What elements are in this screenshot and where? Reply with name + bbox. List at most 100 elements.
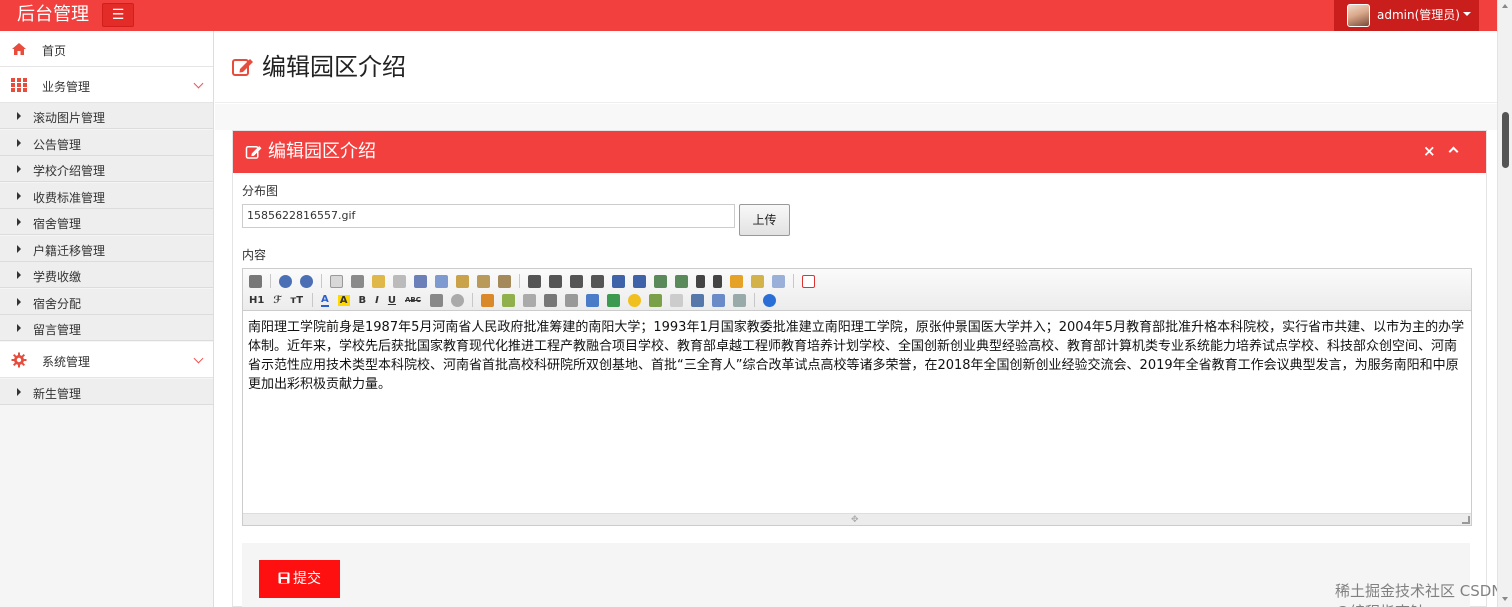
sidebar-item-carousel[interactable]: 滚动图片管理	[0, 103, 213, 129]
sidebar-item-label: 宿舍管理	[33, 217, 82, 231]
sidebar-item-tuition[interactable]: 学费收缴	[0, 262, 213, 288]
chevron-down-icon	[193, 353, 204, 364]
table-icon[interactable]	[585, 293, 599, 307]
clear-format-icon[interactable]	[730, 274, 743, 288]
toolbar-separator	[321, 274, 322, 288]
caret-right-icon	[17, 245, 21, 253]
scroll-up-icon[interactable]	[1502, 4, 1508, 8]
panel-header: 编辑园区介绍 ×	[233, 131, 1486, 173]
align-right-icon[interactable]	[570, 274, 583, 288]
copy-icon[interactable]	[435, 274, 448, 288]
sidebar-item-dormitory[interactable]: 宿舍管理	[0, 209, 213, 235]
anchor-icon[interactable]	[690, 293, 704, 307]
sidebar-item-label: 宿舍分配	[33, 297, 82, 311]
sidebar-group-business[interactable]: 业务管理	[0, 67, 213, 103]
fullscreen-icon[interactable]	[802, 274, 815, 288]
line-height-icon[interactable]	[429, 293, 443, 307]
bullet-list-icon[interactable]	[633, 274, 646, 288]
sidebar-item-label: 留言管理	[33, 323, 82, 337]
sidebar-item-household-transfer[interactable]: 户籍迁移管理	[0, 236, 213, 262]
link-icon[interactable]	[711, 293, 725, 307]
paste-icon[interactable]	[456, 274, 469, 288]
map-icon[interactable]	[648, 293, 662, 307]
redo-icon[interactable]	[300, 274, 313, 288]
scroll-thumb[interactable]	[1502, 112, 1509, 168]
hr-icon[interactable]	[606, 293, 620, 307]
drag-handle-icon[interactable]: ✥	[851, 516, 863, 525]
caret-right-icon	[17, 324, 21, 332]
page-title: 编辑园区介绍	[262, 53, 406, 81]
paste-word-icon[interactable]	[498, 274, 511, 288]
scroll-down-icon[interactable]	[1502, 597, 1508, 601]
align-justify-icon[interactable]	[591, 274, 604, 288]
emoticon-icon[interactable]	[627, 293, 641, 307]
font-family-icon[interactable]: ℱ	[273, 295, 281, 306]
align-center-icon[interactable]	[549, 274, 562, 288]
caret-right-icon	[17, 112, 21, 120]
paste-text-icon[interactable]	[477, 274, 490, 288]
caret-right-icon	[17, 388, 21, 396]
template-icon[interactable]	[372, 274, 385, 288]
sidebar-item-label: 首页	[42, 44, 67, 58]
preview-icon[interactable]	[330, 274, 343, 288]
remove-format-icon[interactable]	[450, 293, 464, 307]
sidebar-group-system[interactable]: 系统管理	[0, 342, 213, 378]
italic-icon[interactable]: I	[375, 295, 379, 306]
sidebar-item-messages[interactable]: 留言管理	[0, 315, 213, 341]
user-menu[interactable]: admin(管理员)	[1334, 0, 1479, 31]
code-icon[interactable]	[393, 274, 406, 288]
media-icon[interactable]	[543, 293, 557, 307]
underline-icon[interactable]: U	[388, 295, 396, 306]
highlight-color-icon[interactable]: A	[337, 294, 350, 306]
sidebar-group-label: 系统管理	[42, 355, 91, 369]
editor-content[interactable]: 南阳理工学院前身是1987年5月河南省人民政府批准筹建的南阳大学；1993年1月…	[243, 312, 1471, 512]
help-icon[interactable]	[762, 293, 776, 307]
image-icon[interactable]	[480, 293, 494, 307]
bold-icon[interactable]: B	[359, 295, 367, 306]
subscript-icon[interactable]	[696, 274, 705, 288]
unlink-icon[interactable]	[732, 293, 746, 307]
toolbar-separator	[753, 293, 755, 307]
page-break-icon[interactable]	[669, 293, 683, 307]
map-file-input[interactable]: 1585622816557.gif	[242, 204, 735, 228]
brand-title[interactable]: 后台管理	[17, 3, 89, 27]
resize-grip-icon[interactable]	[1462, 516, 1470, 524]
sidebar-item-dorm-allocation[interactable]: 宿舍分配	[0, 289, 213, 315]
heading-icon[interactable]: H1	[249, 295, 264, 306]
superscript-icon[interactable]	[713, 274, 722, 288]
map-label: 分布图	[242, 184, 279, 198]
sidebar-item-notice[interactable]: 公告管理	[0, 130, 213, 156]
vertical-scrollbar[interactable]	[1497, 0, 1512, 607]
multi-image-icon[interactable]	[501, 293, 515, 307]
sidebar-item-label: 学校介绍管理	[33, 164, 106, 178]
print-icon[interactable]	[351, 274, 364, 288]
outdent-icon[interactable]	[675, 274, 688, 288]
menu-toggle-button[interactable]: ☰	[102, 3, 134, 27]
toolbar-separator	[270, 274, 271, 288]
chevron-up-icon[interactable]	[1448, 146, 1459, 157]
submit-button[interactable]: 提交	[259, 560, 340, 598]
select-all-icon[interactable]	[772, 274, 785, 288]
font-size-icon[interactable]: тT	[290, 295, 303, 306]
ordered-list-icon[interactable]	[612, 274, 625, 288]
font-color-icon[interactable]: A	[321, 294, 329, 307]
sidebar-item-home[interactable]: 首页	[0, 31, 213, 67]
sidebar-item-fee-standard[interactable]: 收费标准管理	[0, 183, 213, 209]
undo-icon[interactable]	[279, 274, 292, 288]
cut-icon[interactable]	[414, 274, 427, 288]
upload-button[interactable]: 上传	[739, 204, 790, 236]
sidebar-item-new-students[interactable]: 新生管理	[0, 379, 213, 405]
source-icon[interactable]	[249, 274, 262, 288]
format-painter-icon[interactable]	[751, 274, 764, 288]
editor-toolbar: H1 ℱ тT A A B I U ABC	[243, 269, 1471, 311]
indent-icon[interactable]	[654, 274, 667, 288]
strikethrough-icon[interactable]: ABC	[405, 296, 421, 304]
sidebar-item-label: 新生管理	[33, 387, 82, 401]
close-icon[interactable]: ×	[1423, 143, 1436, 159]
toolbar-separator	[471, 293, 473, 307]
align-left-icon[interactable]	[528, 274, 541, 288]
file-icon[interactable]	[564, 293, 578, 307]
sidebar-item-school-intro[interactable]: 学校介绍管理	[0, 156, 213, 182]
flash-icon[interactable]	[522, 293, 536, 307]
rich-text-editor: H1 ℱ тT A A B I U ABC 南阳理工学院前身是1987年5月河南…	[242, 268, 1472, 526]
